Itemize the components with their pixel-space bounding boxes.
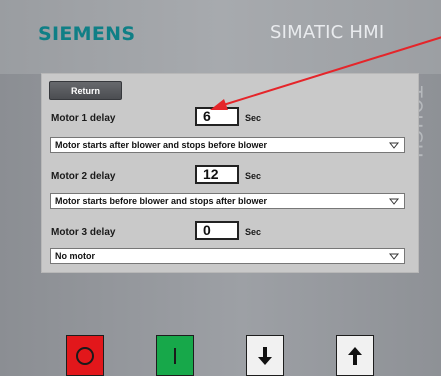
motor-2-unit-label: Sec bbox=[245, 171, 262, 181]
brand-logo: SIEMENS bbox=[38, 23, 136, 45]
motor-1-mode-value: Motor starts after blower and stops befo… bbox=[55, 140, 268, 150]
arrow-up-icon bbox=[348, 346, 362, 365]
up-key[interactable] bbox=[336, 335, 374, 376]
motor-1-delay-label: Motor 1 delay bbox=[51, 113, 116, 124]
motor-3-mode-value: No motor bbox=[55, 251, 95, 261]
down-key[interactable] bbox=[246, 335, 284, 376]
motor-2-delay-label: Motor 2 delay bbox=[51, 171, 116, 182]
annotation-arrow bbox=[210, 36, 441, 110]
chevron-down-icon bbox=[388, 253, 400, 260]
motor-3-delay-input[interactable]: 0 bbox=[195, 221, 239, 240]
motor-1-mode-dropdown[interactable]: Motor starts after blower and stops befo… bbox=[50, 137, 405, 153]
return-button[interactable]: Return bbox=[49, 81, 122, 100]
arrow-down-icon bbox=[258, 346, 272, 365]
stop-key[interactable] bbox=[66, 335, 104, 376]
motor-2-mode-value: Motor starts before blower and stops aft… bbox=[55, 196, 268, 206]
motor-2-mode-dropdown[interactable]: Motor starts before blower and stops aft… bbox=[50, 193, 405, 209]
motor-3-unit-label: Sec bbox=[245, 227, 262, 237]
motor-3-mode-dropdown[interactable]: No motor bbox=[50, 248, 405, 264]
chevron-down-icon bbox=[388, 198, 400, 205]
chevron-down-icon bbox=[388, 142, 400, 149]
bar-icon bbox=[174, 347, 176, 364]
motor-3-delay-label: Motor 3 delay bbox=[51, 227, 116, 238]
start-key[interactable] bbox=[156, 335, 194, 376]
motor-2-delay-input[interactable]: 12 bbox=[195, 165, 239, 184]
circle-icon bbox=[76, 346, 94, 365]
